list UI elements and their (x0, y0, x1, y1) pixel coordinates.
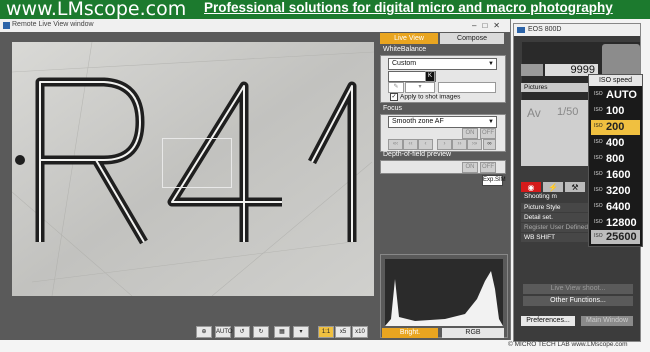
apply-to-shot-images-checkbox[interactable]: ✓ Apply to shot images (390, 93, 460, 101)
focus-far-1-button[interactable]: › (437, 139, 452, 150)
iso-speed-menu: ISO speed ISO AUTO ISO 100 ISO 200 ISO 400 I… (588, 74, 643, 247)
checkbox-check-icon: ✓ (390, 93, 398, 101)
other-functions-button[interactable]: Other Functions... (523, 296, 633, 306)
histogram-panel (380, 254, 508, 338)
window-title: Remote Live View window (12, 21, 94, 28)
detail-set-row[interactable]: Detail set. (521, 213, 590, 222)
focus-near-2-button[interactable]: ‹‹ (403, 139, 418, 150)
focus-near-1-button[interactable]: ‹ (418, 139, 433, 150)
main-window-button[interactable]: Main Window (581, 316, 633, 326)
rotate-right-icon[interactable]: ↻ (253, 326, 269, 338)
live-view-shoot-button[interactable]: Live View shoot... (523, 284, 633, 294)
eos-tabs: ◉ ⚡ ⚒ (521, 177, 591, 194)
window-titlebar: Remote Live View window –□✕ (0, 19, 510, 32)
iso-option[interactable]: ISO 25600 (591, 230, 640, 244)
focus-mode-select[interactable]: Smooth zone AF ▼ (388, 116, 497, 128)
preferences-button[interactable]: Preferences... (521, 316, 575, 326)
iso-option-selected[interactable]: ISO 200 (591, 120, 640, 135)
histogram-graph (385, 271, 503, 326)
focus-far-3-button[interactable]: ›» (467, 139, 482, 150)
iso-option[interactable]: ISO 1600 (591, 168, 640, 183)
histogram-tab-brightness[interactable]: Bright. (382, 328, 438, 338)
iso-option[interactable]: ISO 3200 (591, 184, 640, 199)
exp-sim-badge: Exp.SIM (482, 175, 506, 186)
af-off-button[interactable]: OFF (480, 128, 496, 139)
dof-on-button[interactable]: ON (462, 162, 478, 173)
iso-option[interactable]: ISO 400 (591, 136, 640, 151)
shooting-settings-panel: Av 1/50 (521, 100, 589, 166)
window-controls[interactable]: –□✕ (472, 21, 506, 30)
iso-speed-header: ISO speed (589, 75, 642, 86)
white-balance-select[interactable]: Custom ▼ (388, 58, 497, 70)
white-balance-label: WhiteBalance (383, 46, 427, 53)
site-banner: www.LMscope.com Professional solutions f… (0, 0, 650, 20)
focus-link-icon[interactable]: ∞ (483, 139, 496, 150)
shooting-menu-label: Shooting m (521, 192, 590, 201)
wb-value-field[interactable] (438, 82, 496, 93)
live-view-image[interactable] (12, 42, 374, 296)
focus-mode-value: Smooth zone AF (392, 118, 444, 125)
picture-style-row[interactable]: Picture Style (521, 203, 590, 212)
zoom-5x-icon[interactable]: x5 (335, 326, 351, 338)
zoom-10x-icon[interactable]: x10 (352, 326, 368, 338)
eos-title: EOS 800D (528, 26, 562, 33)
auto-rotate-icon[interactable]: AUTO (215, 326, 233, 338)
eos-titlebar: EOS 800D (514, 24, 640, 36)
zoom-fit-icon[interactable]: 1:1 (318, 326, 334, 338)
eyedropper-icon[interactable]: ✎ (388, 82, 404, 93)
camera-app-icon (517, 27, 525, 33)
tab-live-view[interactable]: Live View (380, 33, 438, 44)
tab-compose[interactable]: Compose (440, 33, 504, 44)
wb-preset-select[interactable]: ▾ (405, 82, 435, 93)
shutter-speed[interactable]: 1/50 (557, 106, 578, 118)
white-balance-value: Custom (392, 60, 417, 67)
iso-option[interactable]: ISO 100 (591, 104, 640, 119)
focus-label: Focus (383, 105, 403, 112)
register-user-defined-row[interactable]: Register User Defined (521, 223, 590, 232)
histogram-plot (385, 259, 503, 326)
wb-k-icon: K (425, 71, 435, 82)
dof-preview-label: Depth-of-field preview (383, 151, 452, 158)
iso-option[interactable]: ISO 6400 (591, 200, 640, 215)
iso-option[interactable]: ISO 12800 (591, 216, 640, 231)
iso-option[interactable]: ISO AUTO (591, 88, 640, 103)
af-on-button[interactable]: ON (462, 128, 478, 139)
rotate-left-icon[interactable]: ↺ (234, 326, 250, 338)
chevron-down-icon: ▼ (488, 61, 494, 67)
shooting-mode-av[interactable]: Av (527, 106, 541, 120)
site-tagline: Professional solutions for digital micro… (204, 0, 613, 15)
grid-icon[interactable]: ▦ (274, 326, 290, 338)
dof-off-button[interactable]: OFF (480, 162, 496, 173)
crosshair-icon[interactable]: ⊕ (196, 326, 212, 338)
battery-icon (521, 64, 543, 76)
grid-dropdown-icon[interactable]: ▾ (293, 326, 309, 338)
apply-to-shot-images-label: Apply to shot images (400, 93, 461, 101)
site-name: www.LMscope.com (6, 0, 187, 20)
live-view-tabs: Live View Compose (380, 33, 504, 44)
focus-near-3-button[interactable]: «‹ (388, 139, 403, 150)
app-icon (3, 22, 10, 29)
zoom-focus-frame[interactable] (162, 138, 232, 188)
wb-shift-row[interactable]: WB SHIFT (521, 233, 590, 242)
iso-option[interactable]: ISO 800 (591, 152, 640, 167)
footer-credit: © MICRO TECH LAB www.LMscope.com (508, 341, 628, 348)
histogram-tab-rgb[interactable]: RGB (442, 328, 504, 338)
chevron-down-icon: ▼ (488, 119, 494, 125)
focus-far-2-button[interactable]: ›› (452, 139, 467, 150)
